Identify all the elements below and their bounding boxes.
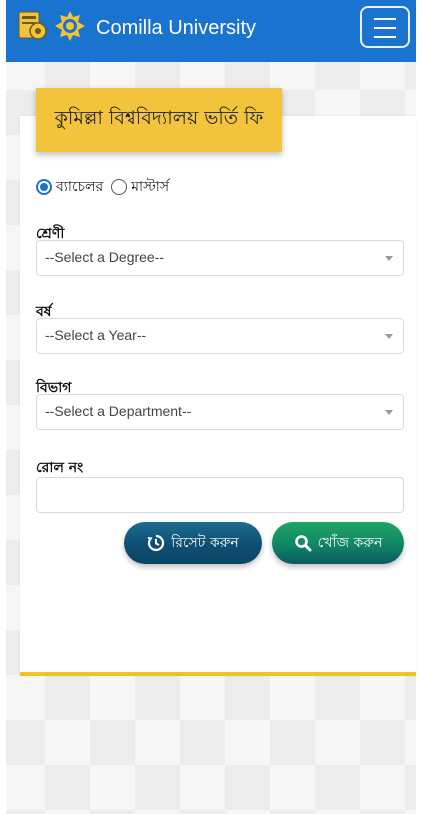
chevron-down-icon — [385, 334, 393, 339]
brand-name[interactable]: Comilla University — [96, 17, 256, 40]
card-title: কুমিল্লা বিশ্ববিদ্যালয় ভর্তি ফি — [54, 107, 264, 129]
roll-number-input[interactable] — [36, 477, 404, 513]
page-edge-left — [0, 0, 6, 814]
page-edge-right — [416, 0, 422, 814]
hamburger-icon-bar — [374, 36, 396, 38]
card-bottom-border — [20, 672, 416, 676]
chevron-down-icon — [385, 410, 393, 415]
degree-select[interactable]: --Select a Degree-- — [36, 240, 404, 276]
year-select[interactable]: --Select a Year-- — [36, 318, 404, 354]
program-radio-group: ব্যাচেলর মাস্টার্স — [36, 176, 177, 198]
card-title-box: কুমিল্লা বিশ্ববিদ্যালয় ভর্তি ফি — [36, 88, 282, 152]
radio-masters-label[interactable]: মাস্টার্স — [131, 175, 169, 199]
search-icon — [294, 534, 312, 552]
department-select[interactable]: --Select a Department-- — [36, 394, 404, 430]
radio-masters[interactable] — [111, 179, 128, 195]
year-select-value: --Select a Year-- — [45, 327, 147, 343]
reset-button-label: রিসেট করুন — [171, 535, 239, 551]
radio-bachelor[interactable] — [36, 179, 52, 195]
chevron-down-icon — [385, 256, 393, 261]
hamburger-icon — [374, 18, 396, 20]
hamburger-icon-bar — [374, 27, 396, 29]
radio-bachelor-label[interactable]: ব্যাচেলর — [56, 175, 103, 199]
search-button[interactable]: খোঁজ করুন — [272, 522, 404, 564]
university-logo[interactable] — [18, 10, 48, 42]
seal-icon — [55, 11, 85, 41]
history-icon — [147, 534, 165, 552]
degree-select-value: --Select a Degree-- — [45, 249, 165, 265]
menu-toggle-button[interactable] — [360, 6, 410, 48]
reset-button[interactable]: রিসেট করুন — [124, 522, 262, 564]
top-navbar: Comilla University — [6, 0, 416, 62]
department-select-value: --Select a Department-- — [45, 403, 192, 419]
search-button-label: খোঁজ করুন — [317, 535, 383, 551]
